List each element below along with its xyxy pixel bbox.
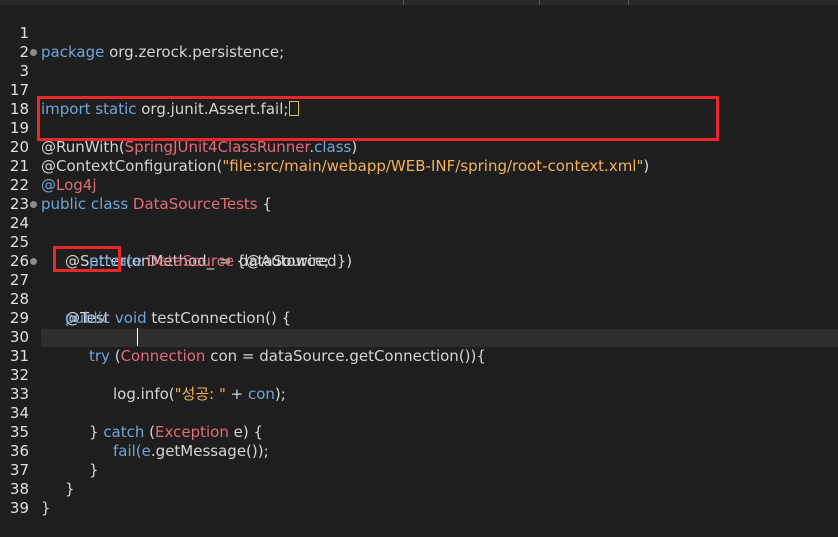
code-line[interactable]: 22 public class DataSourceTests { bbox=[0, 157, 838, 213]
code-line[interactable]: 2 bbox=[0, 24, 838, 61]
code-line[interactable]: 33 bbox=[0, 366, 838, 403]
code-line[interactable]: 32 log.info("성공: " + con); bbox=[0, 347, 838, 403]
line-number: 39 bbox=[9, 499, 29, 517]
code-line[interactable]: 39 bbox=[0, 480, 838, 517]
code-line[interactable]: 28 public void testConnection() { bbox=[0, 271, 838, 327]
code-line[interactable]: 27 @Test bbox=[0, 252, 838, 327]
annotation-highlight-box bbox=[37, 96, 719, 141]
code-line[interactable]: 37 } bbox=[0, 442, 838, 498]
code-line[interactable]: 38 } bbox=[0, 461, 838, 517]
test-annotation-highlight-box bbox=[53, 246, 121, 272]
code-text: } bbox=[41, 499, 51, 517]
code-line[interactable]: 30 try (Connection con = dataSource.getC… bbox=[0, 309, 838, 365]
code-line[interactable]: 31 bbox=[0, 328, 838, 365]
fold-toggle-icon[interactable] bbox=[30, 49, 37, 56]
fold-toggle-icon[interactable] bbox=[30, 201, 37, 208]
code-line[interactable]: 23 bbox=[0, 176, 838, 213]
code-line[interactable]: 34 } catch (Exception e) { bbox=[0, 385, 838, 441]
code-editor[interactable]: 1 package org.zerock.persistence; 2 3 im… bbox=[0, 0, 838, 517]
code-line[interactable]: 25 private DataSource dataSource; bbox=[0, 214, 838, 270]
code-line[interactable]: 36 } bbox=[0, 423, 838, 479]
code-line[interactable]: 17 bbox=[0, 62, 838, 99]
code-line[interactable]: 26 bbox=[0, 233, 838, 270]
fold-toggle-icon[interactable] bbox=[30, 258, 37, 265]
code-line[interactable]: 1 package org.zerock.persistence; bbox=[0, 5, 838, 61]
code-line[interactable]: 24 @Setter(onMethod_ = {@Autowired}) bbox=[0, 195, 838, 270]
code-line[interactable]: 35 fail(e.getMessage()); bbox=[0, 404, 838, 460]
code-line[interactable]: 3 import static org.junit.Assert.fail; bbox=[0, 43, 838, 118]
code-line[interactable]: 29 bbox=[0, 290, 838, 327]
